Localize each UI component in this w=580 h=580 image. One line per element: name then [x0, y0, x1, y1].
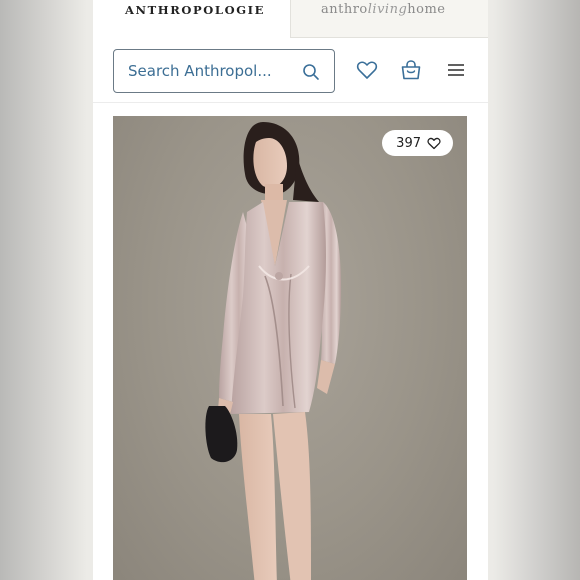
- heart-outline-icon: [427, 137, 441, 150]
- bag-icon[interactable]: [400, 59, 422, 81]
- brand-tabs: ANTHROPOLOGIE anthrolivinghome: [93, 0, 488, 38]
- product-image[interactable]: 397: [113, 116, 467, 580]
- mobile-page: ANTHROPOLOGIE anthrolivinghome Search An…: [93, 0, 488, 580]
- tab-anthropologie[interactable]: ANTHROPOLOGIE: [93, 0, 290, 38]
- search-input[interactable]: Search Anthropol...: [113, 49, 335, 93]
- model-photo: [205, 122, 341, 580]
- header: Search Anthropol...: [93, 38, 488, 103]
- tab-anthro-living-home[interactable]: anthrolivinghome: [290, 0, 488, 38]
- like-button[interactable]: 397: [382, 130, 453, 156]
- heart-icon[interactable]: [356, 59, 378, 81]
- search-icon[interactable]: [302, 63, 320, 81]
- anthro-living-logo: anthrolivinghome: [321, 2, 446, 17]
- like-count: 397: [396, 135, 421, 151]
- menu-icon[interactable]: [445, 59, 467, 81]
- anthropologie-logo: ANTHROPOLOGIE: [125, 3, 265, 17]
- search-placeholder: Search Anthropol...: [128, 62, 272, 80]
